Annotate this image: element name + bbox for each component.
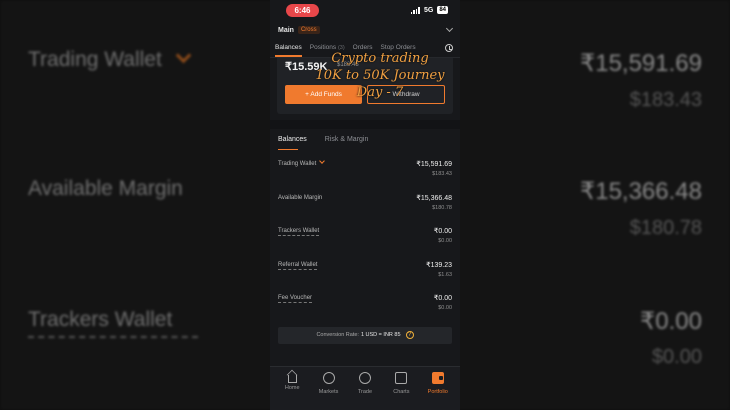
balance-label[interactable]: Fee Voucher [278,295,313,303]
balance-usd: $0.00 [438,305,452,311]
nav-charts[interactable]: Charts [384,372,418,410]
balance-usd: $180.78 [432,204,452,211]
balance-row-trackers-wallet: Trackers Wallet ₹0.00 $0.00 [278,224,452,258]
balance-row-referral-wallet: Referral Wallet ₹139.23 $1.63 [278,258,452,292]
bg-value-inr: ₹15,366.48 [579,178,702,205]
nav-trade[interactable]: Trade [348,372,382,410]
bottom-navigation: Home Markets Trade Charts Portfolio [270,366,460,410]
home-icon [287,375,297,383]
phone-screen: 6:46 5G 84 Main Cross Balances Positions… [270,0,460,410]
bg-value-inr: ₹0.00 [640,308,702,335]
balance-inr: ₹139.23 [426,261,452,269]
nav-label: Charts [393,389,410,395]
bg-chevron-down-icon [175,47,192,64]
balance-inr: ₹15,366.48 [416,194,452,202]
nav-label: Home [284,385,300,391]
nav-portfolio[interactable]: Portfolio [421,372,455,410]
bg-value-usd: $183.43 [629,89,702,111]
nav-label: Trade [357,389,373,395]
balance-row-fee-voucher: Fee Voucher ₹0.00 $0.00 [278,291,452,325]
balance-label[interactable]: Trackers Wallet [278,228,320,236]
bg-value-usd: $0.00 [651,346,702,368]
total-balance-usd: $183.43 [337,62,359,68]
status-time: 6:46 [286,4,319,17]
history-icon[interactable] [445,44,453,52]
section-divider [270,120,460,129]
charts-icon [395,372,408,384]
positions-count: (3) [337,44,345,51]
balance-label-text: Trading Wallet [278,161,317,167]
balance-label: Available Margin [278,194,323,201]
network-label: 5G [423,6,434,14]
bg-label-trackers-wallet: Trackers Wallet [28,308,173,331]
balance-label[interactable]: Referral Wallet [278,262,318,270]
portfolio-tabs: Balances Positions (3) Orders Stop Order… [270,38,460,58]
trade-icon [358,372,371,384]
nav-home[interactable]: Home [275,372,309,410]
conversion-value: 1 USD = INR 85 [360,332,401,338]
bg-value-usd: $180.78 [629,217,702,239]
conversion-rate-bar: Conversion Rate: 1 USD = INR 85 ? [278,326,452,344]
account-selector[interactable]: Main Cross [270,22,460,38]
balance-summary-card: ₹15.59K $183.43 + Add Funds Withdraw [277,58,453,114]
margin-mode-badge: Cross [297,26,320,34]
balance-usd: $1.63 [438,271,452,278]
tab-balances[interactable]: Balances [275,38,302,58]
balance-inr: ₹15,591.69 [416,161,452,168]
balance-inr: ₹0.00 [433,228,452,235]
nav-markets[interactable]: Markets [312,372,346,410]
status-indicators: 5G 84 [410,6,448,14]
tab-positions-label: Positions [309,43,337,51]
markets-icon [322,372,335,384]
signal-icon [410,6,420,14]
tab-stop-orders[interactable]: Stop Orders [381,38,416,58]
bg-value-inr: ₹15,591.69 [579,50,702,77]
balance-usd: $0.00 [438,238,452,244]
balance-inr: ₹0.00 [433,295,452,302]
video-frame: Trading Wallet Available Margin Trackers… [0,0,730,410]
bg-label-trading-wallet: Trading Wallet [28,47,192,72]
portfolio-icon [431,372,444,384]
bg-label-available-margin: Available Margin [28,177,183,200]
balance-subtabs: Balances Risk & Margin [270,129,460,151]
account-label: Main [278,26,294,34]
subtab-balances[interactable]: Balances [278,129,307,151]
add-funds-button[interactable]: + Add Funds [285,85,362,104]
chevron-down-icon [319,158,326,164]
conversion-label: Conversion Rate: [316,332,359,338]
status-bar: 6:46 5G 84 [270,0,460,22]
tab-positions[interactable]: Positions (3) [310,38,345,58]
nav-label: Portfolio [427,389,448,395]
tab-orders[interactable]: Orders [353,38,373,58]
battery-icon: 84 [437,6,448,14]
subtab-risk-margin[interactable]: Risk & Margin [325,129,369,151]
balance-row-trading-wallet[interactable]: Trading Wallet ₹15,591.69 $183.43 [278,157,452,191]
balance-usd: $183.43 [432,171,452,177]
chevron-down-icon [445,24,454,32]
balances-list: Trading Wallet ₹15,591.69 $183.43 Availa… [270,157,460,325]
bg-dashed-underline [28,336,198,338]
nav-label: Markets [318,389,339,395]
balance-row-available-margin: Available Margin ₹15,366.48 $180.78 [278,191,452,225]
withdraw-button[interactable]: Withdraw [367,85,445,104]
help-icon[interactable]: ? [405,331,414,339]
balance-label: Trading Wallet [278,158,326,167]
total-balance-value: ₹15.59K [285,61,328,73]
